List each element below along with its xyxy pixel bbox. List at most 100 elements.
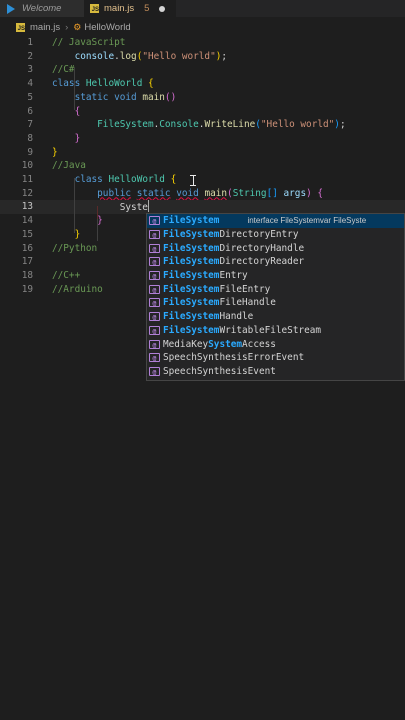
suggestion-item[interactable]: @ MediaKeySystemAccess: [147, 337, 404, 351]
line-number: 12: [21, 187, 33, 199]
code-line[interactable]: 11 class HelloWorld {: [0, 173, 405, 187]
code-text: class HelloWorld {: [74, 174, 177, 185]
suggestion-label: MediaKeySystemAccess: [163, 338, 276, 350]
suggestion-item[interactable]: @ FileSystemDirectoryReader: [147, 255, 404, 269]
chevron-right-icon: ›: [65, 22, 69, 33]
suggestion-item[interactable]: @ FileSystemEntry: [147, 269, 404, 283]
line-number: 15: [21, 228, 33, 240]
code-text: // JavaScript: [52, 37, 126, 48]
suggestion-item[interactable]: @ FileSystemDirectoryHandle: [147, 241, 404, 255]
text-cursor: [147, 200, 149, 213]
code-text: }: [74, 228, 81, 240]
line-number: 2: [27, 50, 33, 62]
suggestion-label: FileSystem: [163, 215, 220, 227]
variable-symbol-icon: @: [149, 257, 160, 267]
code-text: }: [52, 146, 58, 158]
variable-symbol-icon: @: [149, 339, 160, 349]
indent-guide: [74, 178, 75, 233]
line-number: 14: [21, 215, 33, 227]
line-number: 16: [21, 242, 33, 254]
code-text: console.log("Hello world");: [74, 50, 228, 62]
problem-count-badge: 5: [144, 3, 150, 14]
unsaved-dot-icon[interactable]: [159, 5, 166, 12]
suggestion-item[interactable]: @ FileSystemDirectoryEntry: [147, 228, 404, 242]
variable-symbol-icon: @: [149, 298, 160, 308]
js-file-icon: JS: [16, 23, 25, 32]
line-number: 4: [27, 78, 33, 90]
code-line[interactable]: 4 class HelloWorld {: [0, 77, 405, 91]
suggestion-label: FileSystemDirectoryHandle: [163, 242, 305, 254]
vscode-icon: [6, 3, 16, 14]
variable-symbol-icon: @: [149, 271, 160, 281]
suggestion-item[interactable]: @ FileSystemWritableFileStream: [147, 324, 404, 338]
code-text: class HelloWorld {: [52, 78, 154, 90]
code-text: //Python: [52, 242, 98, 254]
variable-symbol-icon: @: [149, 366, 160, 376]
line-number: 11: [21, 174, 33, 185]
suggestion-item[interactable]: @ FileSystem interface FileSystemvar FileS…: [147, 214, 404, 228]
suggestion-label: FileSystemHandle: [163, 311, 254, 323]
variable-symbol-icon: @: [149, 353, 160, 363]
variable-symbol-icon: @: [149, 230, 160, 240]
variable-symbol-icon: @: [149, 243, 160, 253]
suggestion-item[interactable]: @ FileSystemFileEntry: [147, 282, 404, 296]
line-number: 10: [21, 160, 33, 172]
suggestion-item[interactable]: @ FileSystemFileHandle: [147, 296, 404, 310]
tab-welcome[interactable]: Welcome: [0, 0, 84, 17]
code-line[interactable]: 7 FileSystem.Console.WriteLine("Hello wo…: [0, 118, 405, 132]
code-text: public static void main(String[] args) {: [97, 187, 324, 199]
class-symbol-icon: ⚙: [73, 22, 82, 32]
breadcrumb-file[interactable]: main.js: [30, 22, 60, 33]
suggestion-item[interactable]: @ FileSystemHandle: [147, 310, 404, 324]
line-number: 1: [27, 37, 33, 48]
breadcrumb: JS main.js › ⚙ HelloWorld: [0, 19, 405, 36]
suggestion-label: FileSystemFileEntry: [163, 283, 271, 295]
code-line[interactable]: 3 //C#: [0, 63, 405, 77]
code-text: //Java: [52, 160, 86, 172]
code-text: }: [74, 132, 81, 144]
suggestion-widget: @ FileSystem interface FileSystemvar FileS…: [146, 213, 405, 381]
code-line[interactable]: 12 public static void main(String[] args…: [0, 187, 405, 201]
code-text: //Arduino: [52, 283, 103, 295]
suggestion-label: FileSystemDirectoryEntry: [163, 229, 299, 241]
code-line[interactable]: 6 {: [0, 105, 405, 119]
code-line[interactable]: 10 //Java: [0, 159, 405, 173]
tab-label: Welcome: [22, 3, 62, 14]
suggestion-item[interactable]: @ SpeechSynthesisEvent: [147, 365, 404, 379]
code-line[interactable]: 9}: [0, 146, 405, 160]
js-file-icon: JS: [90, 4, 99, 13]
line-number: 6: [27, 105, 33, 117]
code-line[interactable]: 2 console.log("Hello world");: [0, 50, 405, 64]
tab-label: main.js: [104, 3, 135, 14]
line-number: 5: [27, 91, 33, 103]
code-text: //C++: [52, 269, 81, 281]
suggestion-label: FileSystemDirectoryReader: [163, 256, 305, 268]
code-text: static void main(): [74, 91, 177, 103]
mouse-ibeam-cursor-icon: [190, 175, 196, 186]
line-number: 9: [27, 146, 33, 158]
code-text: {: [74, 105, 81, 117]
line-number: 17: [21, 256, 33, 268]
suggestion-label: FileSystemFileHandle: [163, 297, 276, 309]
line-number: 18: [21, 269, 33, 281]
variable-symbol-icon: @: [149, 325, 160, 335]
indent-guide: [97, 206, 98, 220]
line-number: 19: [21, 283, 33, 295]
tab-bar: Welcome JS main.js 5: [0, 0, 405, 17]
indent-guide: [74, 68, 75, 110]
variable-symbol-icon: @: [149, 216, 160, 226]
code-line[interactable]: 5 static void main(): [0, 91, 405, 105]
line-number: 13: [21, 201, 33, 213]
line-number: 7: [27, 119, 33, 131]
code-line[interactable]: 8 }: [0, 132, 405, 146]
tab-main-js[interactable]: JS main.js 5: [84, 0, 176, 17]
line-number: 8: [27, 132, 33, 144]
code-line[interactable]: 1 // JavaScript: [0, 36, 405, 50]
suggestion-item[interactable]: @ SpeechSynthesisErrorEvent: [147, 351, 404, 365]
variable-symbol-icon: @: [149, 312, 160, 322]
breadcrumb-symbol[interactable]: HelloWorld: [84, 22, 130, 33]
variable-symbol-icon: @: [149, 284, 160, 294]
code-text: //C#: [52, 64, 75, 76]
line-number: 3: [27, 64, 33, 76]
suggestion-label: FileSystemEntry: [163, 270, 248, 282]
